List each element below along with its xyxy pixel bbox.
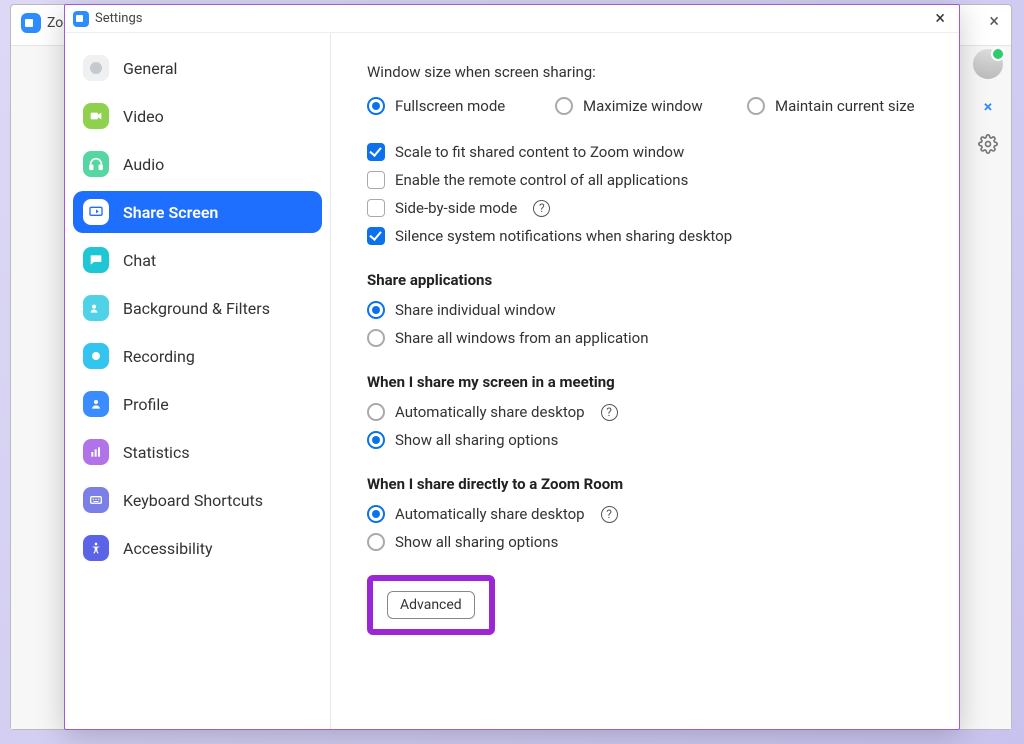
help-icon[interactable]: ? (601, 404, 618, 421)
settings-sidebar: General Video Audio Share Screen Chat (65, 33, 331, 729)
settings-close-button[interactable]: × (929, 10, 951, 28)
gear-icon[interactable] (978, 134, 998, 154)
radio-share-all-windows[interactable]: Share all windows from an application (367, 329, 923, 347)
radio-icon (747, 97, 765, 115)
help-icon[interactable]: ? (601, 506, 618, 523)
sidebar-item-profile[interactable]: Profile (73, 383, 322, 425)
sidebar-item-statistics[interactable]: Statistics (73, 431, 322, 473)
radio-icon (367, 505, 385, 523)
radio-icon (367, 431, 385, 449)
radio-icon (367, 329, 385, 347)
advanced-button[interactable]: Advanced (387, 591, 475, 619)
rail-close-icon[interactable]: × (984, 97, 993, 116)
radio-meeting-auto-share[interactable]: Automatically share desktop ? (367, 403, 923, 421)
sidebar-item-audio[interactable]: Audio (73, 143, 322, 185)
sidebar-item-label: Chat (123, 251, 156, 270)
checkbox-label: Scale to fit shared content to Zoom wind… (395, 143, 684, 161)
sidebar-item-general[interactable]: General (73, 47, 322, 89)
headphones-icon (83, 151, 109, 177)
sidebar-item-video[interactable]: Video (73, 95, 322, 137)
statistics-icon (83, 439, 109, 465)
checkbox-icon (367, 199, 385, 217)
checkbox-icon (367, 227, 385, 245)
zoom-mini-icon (73, 11, 89, 27)
radio-label: Show all sharing options (395, 431, 558, 449)
checkbox-label: Side-by-side mode (395, 199, 517, 217)
radio-icon (367, 403, 385, 421)
checkbox-icon (367, 171, 385, 189)
sidebar-item-share-screen[interactable]: Share Screen (73, 191, 322, 233)
keyboard-icon (83, 487, 109, 513)
recording-icon (83, 343, 109, 369)
radio-share-individual-window[interactable]: Share individual window (367, 301, 923, 319)
radio-label: Show all sharing options (395, 533, 558, 551)
radio-maximize-window[interactable]: Maximize window (555, 97, 747, 115)
sidebar-item-label: Share Screen (123, 203, 218, 222)
radio-meeting-show-options[interactable]: Show all sharing options (367, 431, 923, 449)
chat-icon (83, 247, 109, 273)
radio-icon (367, 533, 385, 551)
desktop: Zoo × × Settings × General (0, 0, 1024, 744)
sidebar-item-label: Statistics (123, 443, 190, 462)
checkbox-side-by-side[interactable]: Side-by-side mode ? (367, 199, 923, 217)
window-size-radio-group: Fullscreen mode Maximize window Maintain… (367, 97, 923, 125)
window-size-label: Window size when screen sharing: (367, 63, 923, 81)
share-screen-icon (83, 199, 109, 225)
right-rail: × (969, 49, 1007, 154)
accessibility-icon (83, 535, 109, 561)
checkbox-icon (367, 143, 385, 161)
checkbox-label: Enable the remote control of all applica… (395, 171, 688, 189)
checkbox-scale-to-fit[interactable]: Scale to fit shared content to Zoom wind… (367, 143, 923, 161)
share-applications-title: Share applications (367, 271, 923, 289)
sidebar-item-label: Background & Filters (123, 299, 270, 318)
radio-label: Automatically share desktop (395, 505, 585, 523)
settings-title: Settings (95, 11, 142, 26)
radio-fullscreen-mode[interactable]: Fullscreen mode (367, 97, 555, 115)
sidebar-item-label: General (123, 59, 177, 78)
radio-zoom-room-show-options[interactable]: Show all sharing options (367, 533, 923, 551)
radio-icon (367, 97, 385, 115)
avatar[interactable] (973, 49, 1003, 79)
radio-label: Maintain current size (775, 97, 915, 115)
sidebar-item-chat[interactable]: Chat (73, 239, 322, 281)
radio-icon (555, 97, 573, 115)
radio-label: Share all windows from an application (395, 329, 649, 347)
radio-label: Automatically share desktop (395, 403, 585, 421)
settings-content: Window size when screen sharing: Fullscr… (331, 33, 959, 729)
checkbox-silence-notifications[interactable]: Silence system notifications when sharin… (367, 227, 923, 245)
sidebar-item-accessibility[interactable]: Accessibility (73, 527, 322, 569)
radio-zoom-room-auto-share[interactable]: Automatically share desktop ? (367, 505, 923, 523)
zoom-app-icon (21, 13, 41, 33)
sidebar-item-label: Recording (123, 347, 195, 366)
radio-label: Maximize window (583, 97, 703, 115)
background-icon (83, 295, 109, 321)
video-icon (83, 103, 109, 129)
settings-titlebar: Settings × (65, 5, 959, 33)
sidebar-item-label: Video (123, 107, 164, 126)
radio-icon (367, 301, 385, 319)
sidebar-item-recording[interactable]: Recording (73, 335, 322, 377)
checkbox-remote-control[interactable]: Enable the remote control of all applica… (367, 171, 923, 189)
advanced-highlight-box: Advanced (367, 575, 495, 635)
sidebar-item-label: Audio (123, 155, 164, 174)
sidebar-item-label: Accessibility (123, 539, 213, 558)
share-in-meeting-title: When I share my screen in a meeting (367, 373, 923, 391)
radio-label: Fullscreen mode (395, 97, 505, 115)
sidebar-item-keyboard-shortcuts[interactable]: Keyboard Shortcuts (73, 479, 322, 521)
checkbox-label: Silence system notifications when sharin… (395, 227, 732, 245)
radio-label: Share individual window (395, 301, 556, 319)
gear-icon (83, 55, 109, 81)
share-zoom-room-title: When I share directly to a Zoom Room (367, 475, 923, 493)
settings-window: Settings × General Video Audio (64, 4, 960, 730)
profile-icon (83, 391, 109, 417)
help-icon[interactable]: ? (533, 200, 550, 217)
sidebar-item-label: Profile (123, 395, 169, 414)
sidebar-item-background-filters[interactable]: Background & Filters (73, 287, 322, 329)
bg-close-button[interactable]: × (989, 11, 999, 32)
radio-maintain-current-size[interactable]: Maintain current size (747, 97, 927, 115)
sidebar-item-label: Keyboard Shortcuts (123, 491, 263, 510)
